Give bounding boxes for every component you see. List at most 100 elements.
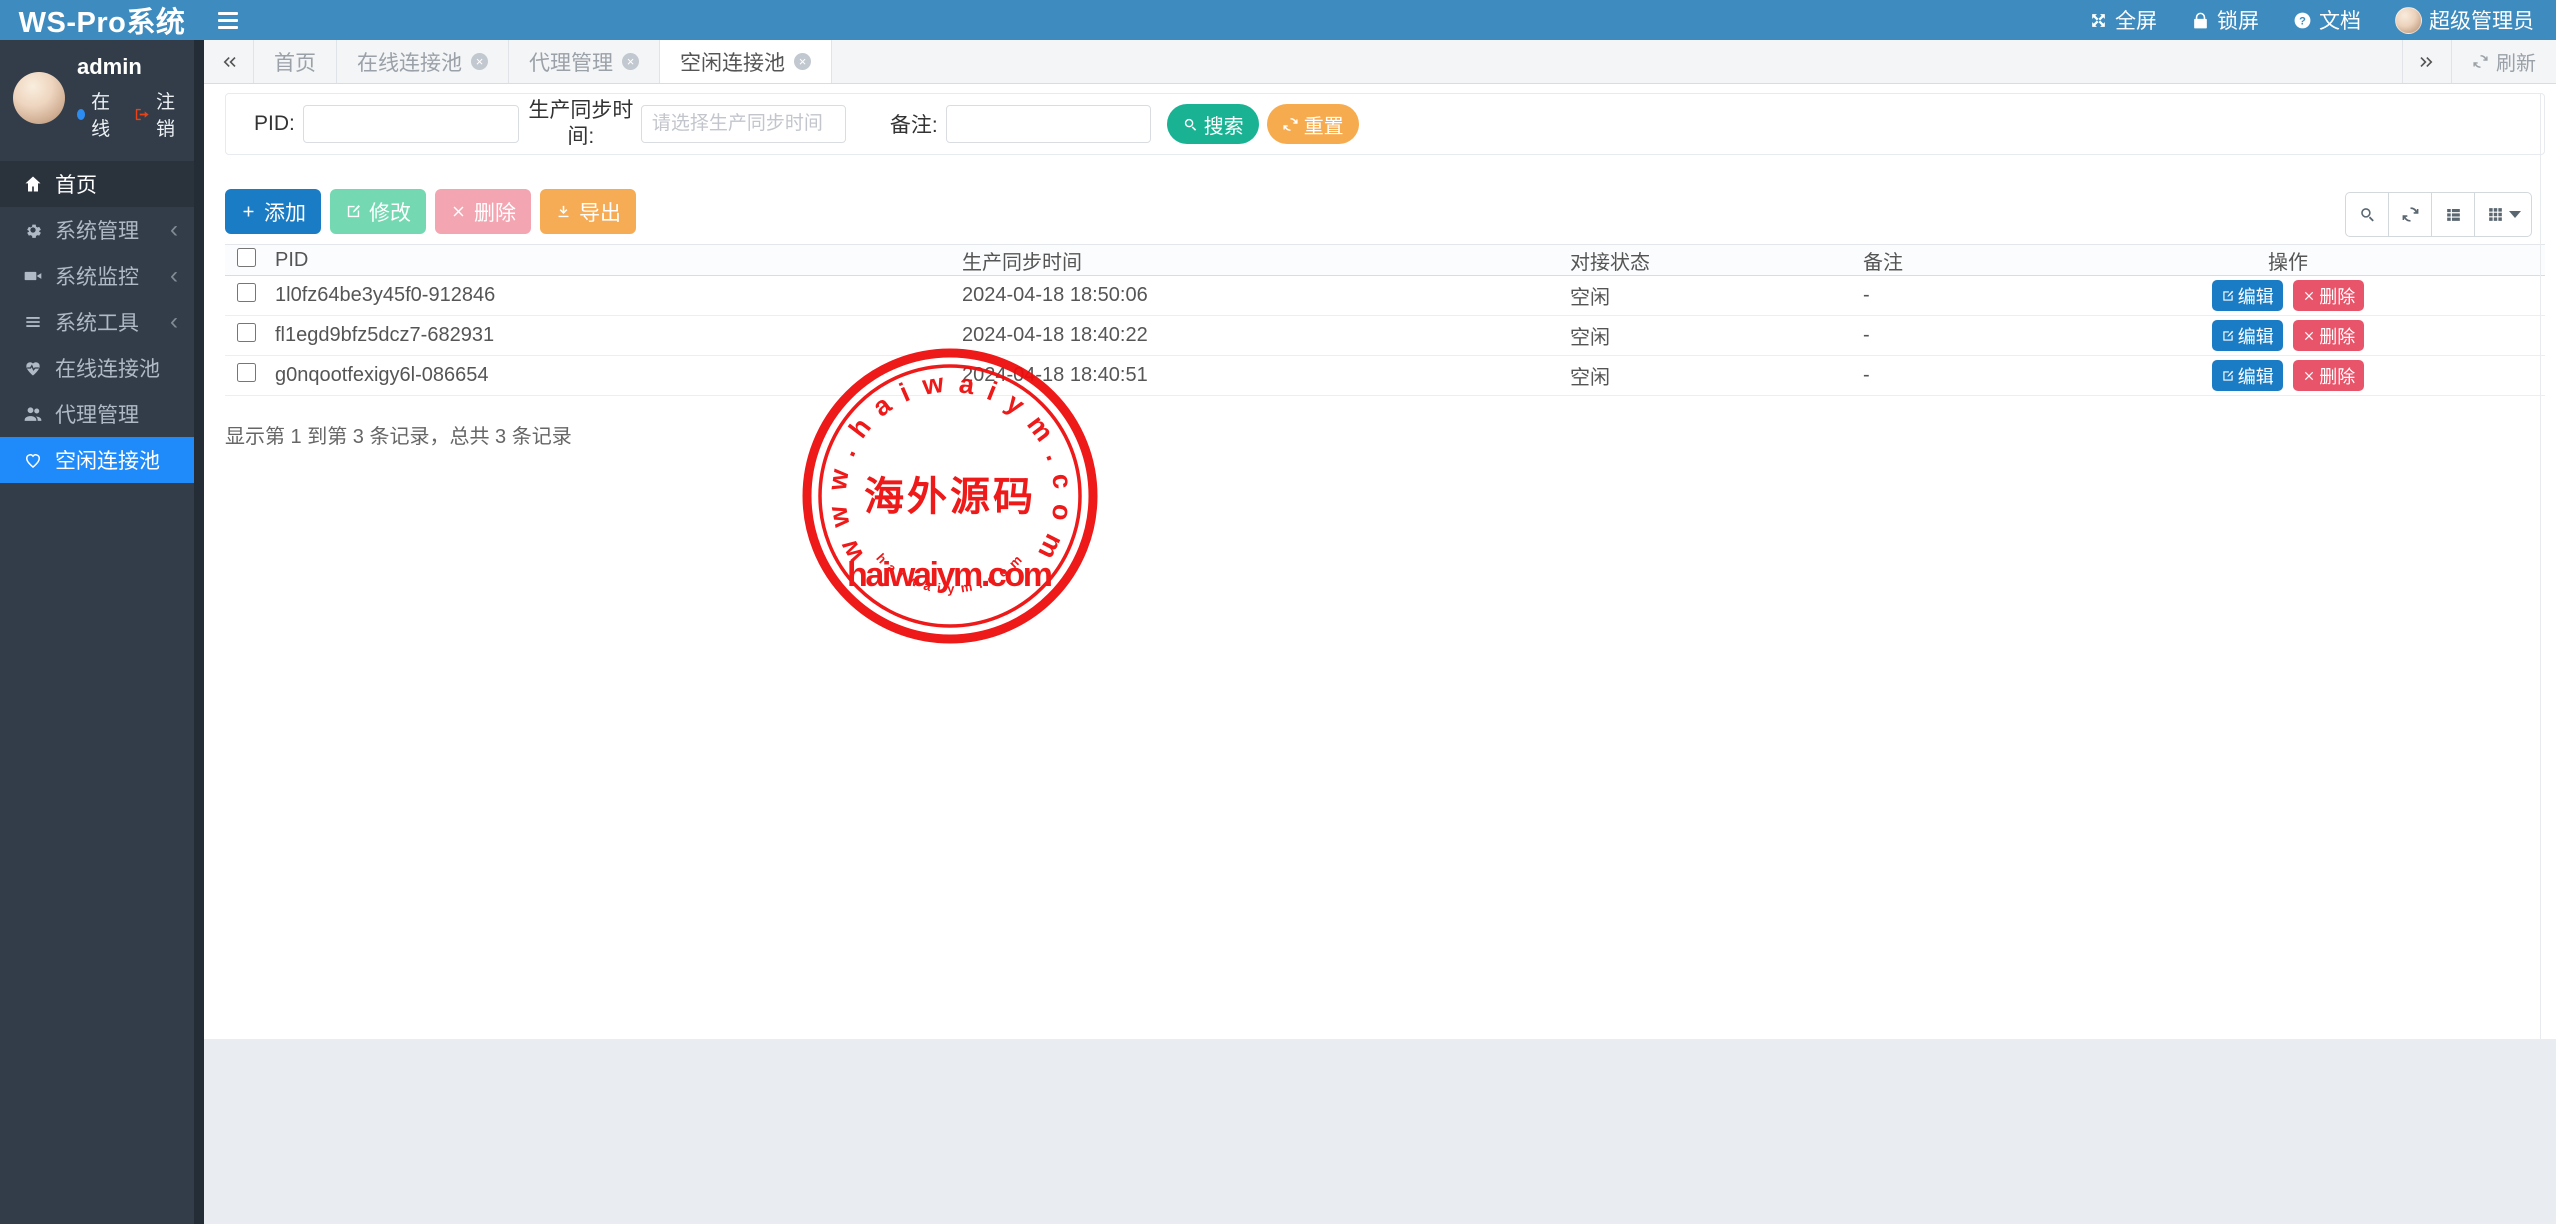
tab-2[interactable]: 代理管理 × [509,40,660,83]
table-row: 1l0fz64be3y45f0-912846 2024-04-18 18:50:… [225,276,2545,316]
sidebar-item-list[interactable]: 系统工具 ‹ [0,299,194,345]
edit-icon [345,203,362,220]
tab-close-icon[interactable]: × [622,53,639,70]
chevron-left-icon: ‹ [170,264,178,288]
tabs-scroll-left-button[interactable] [204,40,254,83]
table-columns-button[interactable] [2474,192,2532,237]
cell-status: 空闲 [1564,276,1857,316]
cell-pid: g0nqootfexigy6l-086654 [269,356,956,396]
tab-close-icon[interactable]: × [471,53,488,70]
pagination-summary: 显示第 1 到第 3 条记录，总共 3 条记录 [225,420,2556,449]
tab-3[interactable]: 空闲连接池 × [660,40,832,83]
navbar-item-lock[interactable]: 锁屏 [2191,5,2259,35]
table-header-row: PID 生产同步时间 对接状态 备注 操作 [225,245,2545,276]
content-right-divider [2540,93,2541,1039]
col-header-sync-time: 生产同步时间 [956,245,1564,276]
table-row: g0nqootfexigy6l-086654 2024-04-18 18:40:… [225,356,2545,396]
add-button[interactable]: 添加 [225,189,321,234]
col-header-pid: PID [269,245,956,276]
cell-sync-time: 2024-04-18 18:50:06 [956,276,1564,316]
row-edit-button[interactable]: 编辑 [2212,280,2283,311]
row-edit-button[interactable]: 编辑 [2212,320,2283,351]
online-status-dot [77,109,85,120]
sidebar-item-users[interactable]: 代理管理 [0,391,194,437]
navbar-item-question[interactable]: ? 文档 [2293,5,2361,35]
download-icon [555,203,572,220]
note-input[interactable] [946,105,1151,143]
sidebar-toggle-button[interactable] [204,0,252,40]
data-table: PID 生产同步时间 对接状态 备注 操作 1l0fz64be3y45f0-91… [225,244,2545,396]
row-delete-button[interactable]: 删除 [2293,360,2364,391]
user-panel: admin 在线 注销 [0,40,194,157]
sidebar-item-home[interactable]: 首页 [0,161,194,207]
row-checkbox[interactable] [237,363,256,382]
tab-refresh-label: 刷新 [2496,47,2536,76]
search-icon [2358,205,2377,224]
search-button[interactable]: 搜索 [1167,104,1259,144]
x-icon [450,203,467,220]
heartbeat-icon [22,358,44,378]
table-view-list-button[interactable] [2431,192,2475,237]
stamp-arc-bottom-text: h a i w a i y m . c o m [873,550,1024,596]
select-all-checkbox[interactable] [237,248,256,267]
cell-sync-time: 2024-04-18 18:40:22 [956,316,1564,356]
table-search-button[interactable] [2345,192,2389,237]
row-delete-button[interactable]: 删除 [2293,320,2364,351]
navbar-user[interactable]: 超级管理员 [2395,5,2534,35]
stamp-arc-top-text: w w w . h a i w a i y m . c o m [822,368,1078,569]
cell-note: - [1857,316,2031,356]
cell-pid: fl1egd9bfz5dcz7-682931 [269,316,956,356]
row-delete-button[interactable]: 删除 [2293,280,2364,311]
lock-icon [2191,11,2210,30]
sidebar-item-camera[interactable]: 系统监控 ‹ [0,253,194,299]
tab-1[interactable]: 在线连接池 × [337,40,509,83]
list-view-icon [2444,205,2463,224]
sync-time-input[interactable] [641,105,846,143]
edit-icon [2221,369,2235,383]
sync-time-label: 生产同步时间: [525,98,637,151]
sidebar-item-gear[interactable]: 系统管理 ‹ [0,207,194,253]
sidebar-item-heartbeat[interactable]: 在线连接池 [0,345,194,391]
double-chevron-left-icon [219,52,239,72]
refresh-icon [2401,205,2420,224]
grid-icon [2486,205,2505,224]
logout-link[interactable]: 注销 [156,87,184,141]
delete-button[interactable]: 删除 [435,189,531,234]
edit-icon [2221,329,2235,343]
table-row: fl1egd9bfz5dcz7-682931 2024-04-18 18:40:… [225,316,2545,356]
tab-0[interactable]: 首页 [254,40,337,83]
gear-icon [22,220,44,240]
expand-icon [2089,11,2108,30]
navbar-avatar [2395,7,2422,34]
col-header-status: 对接状态 [1564,245,1857,276]
search-form: PID: 生产同步时间: 备注: 搜索 重置 [225,93,2545,155]
export-button[interactable]: 导出 [540,189,636,234]
modify-button[interactable]: 修改 [330,189,426,234]
page-content: PID: 生产同步时间: 备注: 搜索 重置 添加 [204,93,2556,1039]
table-refresh-button[interactable] [2388,192,2432,237]
list-icon [22,312,44,332]
col-header-note: 备注 [1857,245,2031,276]
caret-down-icon [2509,211,2521,218]
home-icon [22,174,44,194]
cell-note: - [1857,356,2031,396]
row-checkbox[interactable] [237,283,256,302]
sidebar-item-heart[interactable]: 空闲连接池 [0,437,194,483]
navbar-item-expand[interactable]: 全屏 [2089,5,2157,35]
top-navbar: WS-Pro系统 全屏 锁屏 ? 文档 超级管理员 [0,0,2556,40]
main-area: 首页 在线连接池 × 代理管理 × 空闲连接池 × 刷新 PID: 生产同步时间… [204,40,2556,1224]
tab-close-icon[interactable]: × [794,53,811,70]
brand-title: WS-Pro系统 [0,0,204,41]
pid-input[interactable] [303,105,519,143]
row-checkbox[interactable] [237,323,256,342]
tabs-scroll-right-button[interactable] [2402,40,2452,83]
footer-strip [204,1039,2556,1224]
cell-pid: 1l0fz64be3y45f0-912846 [269,276,956,316]
tab-refresh-button[interactable]: 刷新 [2452,40,2556,83]
col-header-actions: 操作 [2031,245,2545,276]
row-edit-button[interactable]: 编辑 [2212,360,2283,391]
cell-status: 空闲 [1564,316,1857,356]
reset-icon [1282,116,1299,133]
reset-button[interactable]: 重置 [1267,104,1359,144]
x-icon [2302,369,2316,383]
